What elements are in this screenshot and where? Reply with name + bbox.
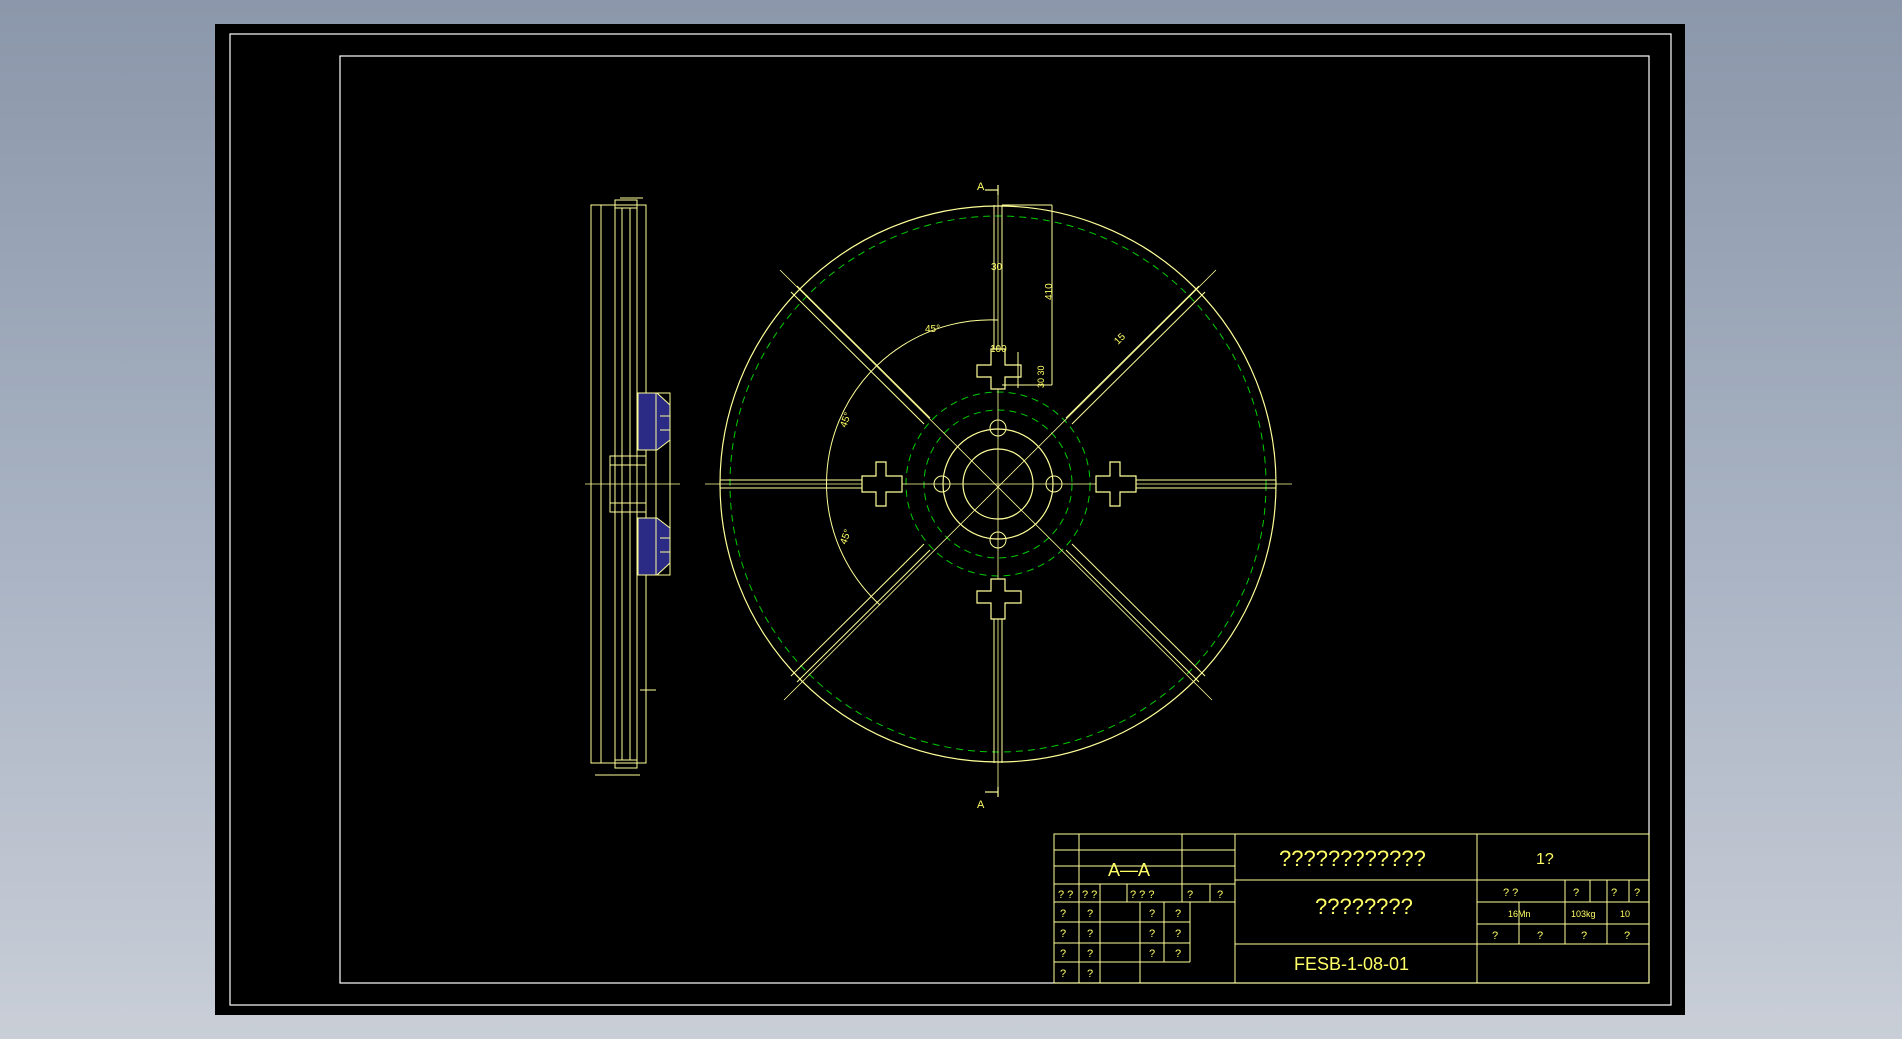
left-cell: ? — [1149, 908, 1155, 920]
props-header-cell: ? — [1634, 887, 1640, 899]
left-cell: ? — [1060, 928, 1066, 940]
hatched-region-upper — [637, 392, 671, 451]
dim-slot-30-30: 30 30 — [1036, 365, 1046, 388]
left-cell: ? — [1149, 948, 1155, 960]
scale-value: 10 — [1620, 909, 1630, 919]
dim-radial-410: 410 — [1044, 283, 1055, 300]
props-footer-cell: ? — [1581, 930, 1587, 942]
section-label: A—A — [1108, 860, 1150, 880]
dim-radial-30: 30 — [991, 262, 1003, 273]
left-cell: ? — [1087, 928, 1093, 940]
part-name: ???????? — [1315, 894, 1413, 919]
hatched-region-lower — [637, 517, 671, 576]
header-cell: ? ? — [1082, 889, 1097, 901]
material-value: 16Mn — [1508, 909, 1531, 919]
dim-angle-top: 45° — [925, 324, 940, 335]
props-header-cell: ? — [1611, 887, 1617, 899]
cad-drawing-canvas: A A 30 410 45° 45° 45° 100 30 30 15 A—A … — [215, 24, 1685, 1015]
left-cell: ? — [1175, 948, 1181, 960]
left-cell: ? — [1060, 908, 1066, 920]
props-footer-cell: ? — [1624, 930, 1630, 942]
left-cell: ? — [1175, 908, 1181, 920]
drawing-number: FESB-1-08-01 — [1294, 954, 1409, 974]
company-name: ???????????? — [1279, 846, 1426, 871]
header-cell: ? ? ? — [1130, 889, 1154, 901]
dim-width-100: 100 — [990, 344, 1007, 355]
section-mark-top: A — [977, 181, 985, 193]
header-cell: ? — [1217, 889, 1223, 901]
left-cell: ? — [1087, 968, 1093, 980]
left-cell: ? — [1087, 908, 1093, 920]
left-cell: ? — [1175, 928, 1181, 940]
weight-value: 103kg — [1571, 909, 1596, 919]
drawing-sheet — [215, 24, 1685, 1015]
sheet-label: 1? — [1536, 851, 1554, 868]
left-cell: ? — [1087, 948, 1093, 960]
header-cell: ? — [1187, 889, 1193, 901]
left-cell: ? — [1060, 948, 1066, 960]
section-mark-bottom: A — [977, 799, 985, 811]
props-header-cell: ? — [1573, 887, 1579, 899]
props-footer-cell: ? — [1492, 930, 1498, 942]
props-header-cell: ? ? — [1503, 887, 1518, 899]
props-footer-cell: ? — [1537, 930, 1543, 942]
left-cell: ? — [1149, 928, 1155, 940]
header-cell: ? ? — [1058, 889, 1073, 901]
left-cell: ? — [1060, 968, 1066, 980]
